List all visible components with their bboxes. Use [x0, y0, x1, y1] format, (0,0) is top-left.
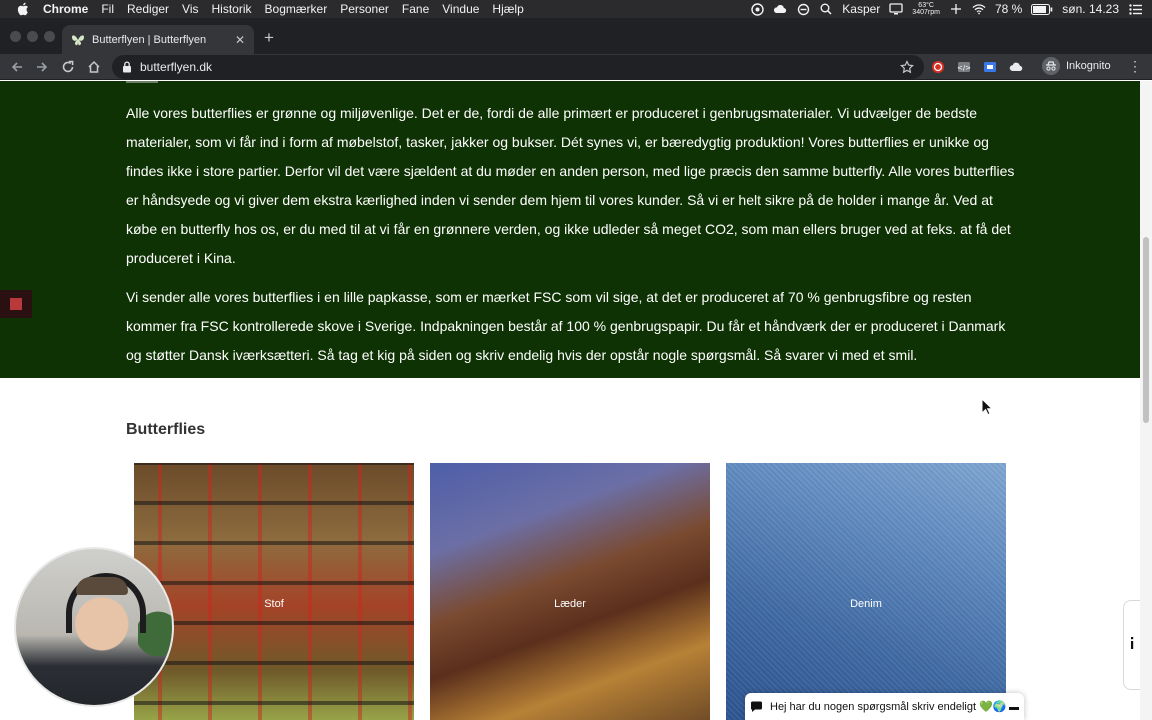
- category-label-laeder: Læder: [554, 598, 586, 610]
- macos-menu-bar: Chrome Fil Rediger Vis Historik Bogmærke…: [0, 0, 1152, 18]
- category-card-laeder[interactable]: Læder: [430, 463, 710, 720]
- incognito-label: Inkognito: [1066, 60, 1111, 72]
- menu-personer[interactable]: Personer: [340, 0, 389, 18]
- url-text: butterflyen.dk: [140, 60, 213, 74]
- menu-hjaelp[interactable]: Hjælp: [492, 0, 523, 18]
- hair: [76, 577, 128, 595]
- about-paragraph-1: Alle vores butterflies er grønne og milj…: [126, 105, 1015, 266]
- menu-fane[interactable]: Fane: [402, 0, 429, 18]
- wifi-icon[interactable]: [972, 2, 986, 16]
- menubar-user[interactable]: Kasper: [842, 2, 880, 16]
- category-label-stof: Stof: [264, 598, 284, 610]
- window-minimize-button[interactable]: [27, 31, 38, 42]
- menu-rediger[interactable]: Rediger: [127, 0, 169, 18]
- info-icon: [1129, 636, 1135, 654]
- tab-title: Butterflyen | Butterflyen: [92, 33, 207, 46]
- fan-rpm: 3407rpm: [912, 9, 940, 16]
- tab-butterflyen[interactable]: Butterflyen | Butterflyen ✕: [62, 25, 254, 54]
- back-arrow-icon[interactable]: [9, 59, 25, 75]
- menu-app-chrome[interactable]: Chrome: [43, 0, 88, 18]
- butterfly-favicon-icon: [71, 33, 85, 47]
- section-divider: [126, 81, 158, 83]
- creative-cloud-icon[interactable]: [750, 2, 764, 16]
- incognito-icon: [1042, 57, 1060, 75]
- window-close-button[interactable]: [10, 31, 21, 42]
- menu-bogmaerker[interactable]: Bogmærker: [265, 0, 328, 18]
- temp-monitor[interactable]: 63°C 3407rpm: [912, 2, 940, 16]
- about-paragraph-2: Vi sender alle vores butterflies i en li…: [126, 289, 1006, 363]
- cloud-icon[interactable]: [773, 2, 787, 16]
- address-bar[interactable]: butterflyen.dk: [112, 55, 924, 79]
- page-viewport: Alle vores butterflies er grønne og milj…: [0, 81, 1152, 720]
- adblock-extension-icon[interactable]: [930, 59, 946, 75]
- tab-close-icon[interactable]: ✕: [235, 33, 245, 47]
- webcam-overlay: [14, 547, 174, 707]
- menu-vis[interactable]: Vis: [182, 0, 198, 18]
- menu-vindue[interactable]: Vindue: [442, 0, 479, 18]
- notification-center-icon[interactable]: [1128, 2, 1142, 16]
- browser-toolbar: butterflyen.dk </> Inkognito ⋮: [0, 54, 1152, 80]
- battery-percent[interactable]: 78 %: [995, 2, 1022, 16]
- chat-minimize-icon[interactable]: [1009, 707, 1019, 710]
- category-card-denim[interactable]: Denim: [726, 463, 1006, 720]
- incognito-profile-button[interactable]: Inkognito: [1042, 57, 1111, 75]
- apple-icon[interactable]: [14, 0, 32, 18]
- page-scrollbar[interactable]: [1140, 81, 1152, 720]
- section-title-butterflies: Butterflies: [126, 421, 206, 438]
- home-icon[interactable]: [86, 59, 102, 75]
- side-tab-icon[interactable]: [0, 290, 32, 318]
- window-zoom-button[interactable]: [44, 31, 55, 42]
- mouse-cursor-icon: [981, 398, 993, 416]
- code-extension-icon[interactable]: </>: [956, 59, 972, 75]
- category-card-stof[interactable]: Stof: [134, 463, 414, 720]
- menu-fil[interactable]: Fil: [101, 0, 114, 18]
- temp-value: 63°C: [918, 2, 934, 9]
- timer-icon[interactable]: [796, 2, 810, 16]
- menubar-clock[interactable]: søn. 14.23: [1062, 2, 1119, 16]
- search-icon[interactable]: [819, 2, 833, 16]
- display-icon[interactable]: [889, 2, 903, 16]
- info-side-widget[interactable]: [1123, 600, 1140, 690]
- new-tab-icon[interactable]: +: [264, 28, 274, 48]
- reload-icon[interactable]: [60, 59, 76, 75]
- chat-widget-bar[interactable]: Hej har du nogen spørgsmål skriv endelig…: [745, 693, 1024, 720]
- category-label-denim: Denim: [850, 598, 882, 610]
- screen-extension-icon[interactable]: [982, 59, 998, 75]
- about-section: Alle vores butterflies er grønne og milj…: [0, 81, 1140, 378]
- lock-icon[interactable]: [122, 61, 132, 73]
- cloud-extension-icon[interactable]: [1008, 59, 1024, 75]
- network-icon[interactable]: [949, 2, 963, 16]
- battery-icon[interactable]: [1031, 2, 1053, 16]
- svg-text:</>: </>: [957, 64, 971, 72]
- browser-menu-icon[interactable]: ⋮: [1128, 59, 1142, 73]
- forward-arrow-icon[interactable]: [34, 59, 50, 75]
- chat-icon: [750, 700, 764, 714]
- star-icon[interactable]: [900, 60, 914, 77]
- scrollbar-thumb[interactable]: [1143, 237, 1149, 423]
- chat-prompt-text: Hej har du nogen spørgsmål skriv endelig…: [770, 701, 1007, 713]
- menubar-status-area: Kasper 63°C 3407rpm 78 % søn. 14.23: [750, 0, 1142, 18]
- menu-historik[interactable]: Historik: [212, 0, 252, 18]
- browser-tab-strip: Butterflyen | Butterflyen ✕ +: [0, 18, 1152, 54]
